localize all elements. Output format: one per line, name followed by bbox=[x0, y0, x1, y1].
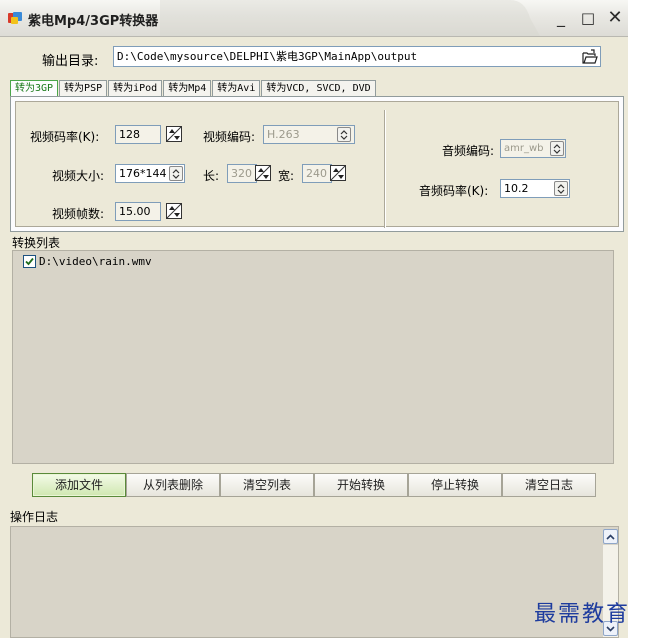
video-fps-spinner[interactable] bbox=[165, 202, 183, 220]
output-dir-field[interactable]: D:\Code\mysource\DELPHI\紫电3GP\MainApp\ou… bbox=[113, 46, 601, 67]
tab-3gp[interactable]: 转为3GP bbox=[10, 80, 59, 96]
video-length-input[interactable]: 320 bbox=[227, 164, 257, 183]
video-bitrate-input[interactable]: 128 bbox=[115, 125, 161, 144]
chevron-updown-icon bbox=[553, 143, 561, 154]
spinner-icon bbox=[166, 203, 182, 219]
video-fps-label: 视频帧数: bbox=[52, 207, 105, 221]
clear-log-button[interactable]: 清空日志 bbox=[502, 473, 596, 497]
maximize-button[interactable]: □ bbox=[577, 8, 599, 28]
spinner-icon bbox=[255, 165, 271, 181]
audio-bitrate-dropdown-button[interactable] bbox=[554, 181, 568, 196]
browse-folder-button[interactable] bbox=[580, 47, 600, 66]
convert-list-title: 转换列表 bbox=[12, 236, 61, 250]
remove-from-list-button[interactable]: 从列表删除 bbox=[126, 473, 220, 497]
stop-convert-button[interactable]: 停止转换 bbox=[408, 473, 502, 497]
checkmark-icon bbox=[25, 257, 34, 266]
chevron-updown-icon bbox=[172, 168, 180, 179]
video-length-label: 长: bbox=[203, 169, 220, 183]
spinner-icon bbox=[330, 165, 346, 181]
title-bar-decoration bbox=[160, 0, 540, 36]
log-title: 操作日志 bbox=[10, 510, 59, 524]
minimize-button[interactable]: _ bbox=[550, 8, 572, 28]
list-item[interactable]: D:\video\rain.wmv bbox=[23, 255, 152, 268]
audio-bitrate-label: 音频码率(K): bbox=[419, 184, 489, 198]
video-bitrate-spinner[interactable] bbox=[165, 125, 183, 143]
tab-avi[interactable]: 转为Avi bbox=[212, 80, 261, 96]
folder-open-icon bbox=[582, 48, 598, 64]
list-item-checkbox[interactable] bbox=[23, 255, 36, 268]
settings-panel: 视频码率(K): 128 视频编码: H.263 视频大小: 176*144 长… bbox=[10, 96, 624, 232]
chevron-updown-icon bbox=[557, 183, 565, 194]
tab-mp4[interactable]: 转为Mp4 bbox=[163, 80, 212, 96]
list-item-path: D:\video\rain.wmv bbox=[39, 255, 152, 268]
tab-ipod[interactable]: 转为iPod bbox=[108, 80, 163, 96]
app-icon bbox=[8, 12, 22, 24]
video-codec-dropdown-button[interactable] bbox=[337, 127, 351, 142]
video-codec-label: 视频编码: bbox=[203, 130, 256, 144]
window-title: 紫电Mp4/3GP转换器 bbox=[28, 14, 159, 29]
chevron-updown-icon bbox=[340, 129, 348, 140]
format-tabs: 转为3GP 转为PSP 转为iPod 转为Mp4 转为Avi 转为VCD, SV… bbox=[10, 80, 377, 97]
log-textarea[interactable] bbox=[10, 526, 619, 638]
video-size-dropdown-button[interactable] bbox=[169, 166, 183, 181]
panel-divider bbox=[384, 110, 386, 228]
close-button[interactable]: ✕ bbox=[604, 8, 626, 28]
video-bitrate-label: 视频码率(K): bbox=[30, 130, 100, 144]
add-file-button[interactable]: 添加文件 bbox=[32, 473, 126, 497]
video-width-label: 宽: bbox=[278, 169, 295, 183]
chevron-up-icon bbox=[606, 533, 615, 540]
action-buttons: 添加文件 从列表删除 清空列表 开始转换 停止转换 清空日志 bbox=[32, 473, 596, 497]
main-window: 紫电Mp4/3GP转换器 _ □ ✕ 输出目录: D:\Code\mysourc… bbox=[0, 0, 628, 638]
output-dir-label: 输出目录: bbox=[42, 54, 99, 69]
video-size-label: 视频大小: bbox=[52, 169, 105, 183]
video-width-input[interactable]: 240 bbox=[302, 164, 332, 183]
tab-psp[interactable]: 转为PSP bbox=[59, 80, 108, 96]
audio-codec-dropdown-button[interactable] bbox=[550, 141, 564, 156]
clear-list-button[interactable]: 清空列表 bbox=[220, 473, 314, 497]
tab-vcd-svcd-dvd[interactable]: 转为VCD, SVCD, DVD bbox=[261, 80, 376, 96]
audio-codec-label: 音频编码: bbox=[442, 144, 495, 158]
settings-panel-inner: 视频码率(K): 128 视频编码: H.263 视频大小: 176*144 长… bbox=[15, 101, 619, 228]
convert-list[interactable]: D:\video\rain.wmv bbox=[12, 250, 614, 464]
video-length-spinner[interactable] bbox=[254, 164, 272, 182]
log-scroll-up-button[interactable] bbox=[603, 529, 618, 544]
video-fps-input[interactable]: 15.00 bbox=[115, 202, 161, 221]
spinner-icon bbox=[166, 126, 182, 142]
video-width-spinner[interactable] bbox=[329, 164, 347, 182]
title-bar[interactable]: 紫电Mp4/3GP转换器 _ □ ✕ bbox=[0, 0, 628, 37]
start-convert-button[interactable]: 开始转换 bbox=[314, 473, 408, 497]
watermark: 最需教育 bbox=[534, 602, 631, 627]
